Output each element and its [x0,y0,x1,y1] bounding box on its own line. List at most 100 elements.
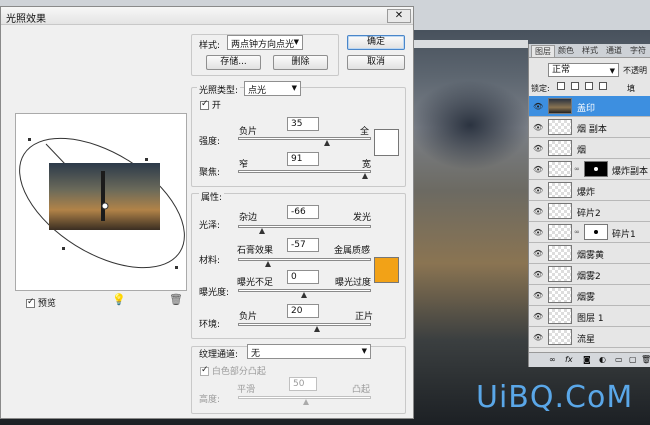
lock-all-icon[interactable] [599,82,607,90]
layers-panel-tabs: 图层 颜色 样式 通道 字符 [529,44,650,58]
gloss-slider-thumb[interactable] [259,228,265,234]
layer-mask-thumbnail[interactable] [584,224,608,240]
texture-channel-value: 无 [251,349,261,359]
intensity-input[interactable]: 35 [287,117,319,131]
eye-icon[interactable]: 👁 [533,312,543,321]
layer-item[interactable]: 👁 流星 [529,327,650,348]
height-slider-thumb[interactable] [303,399,309,405]
lock-transparency-icon[interactable] [557,82,565,90]
light-type-dropdown[interactable]: 点光 ▼ [244,81,301,96]
property-color-swatch[interactable] [374,257,399,283]
material-input[interactable]: -57 [287,238,319,252]
height-left-label: 平滑 [237,385,256,395]
layer-mask-thumbnail[interactable] [584,161,608,177]
material-slider-thumb[interactable] [265,261,271,267]
tab-color[interactable]: 颜色 [555,45,577,57]
white-high-check-icon[interactable] [200,365,209,376]
eye-icon[interactable]: 👁 [533,186,543,195]
layer-item[interactable]: 👁 图层 1 [529,306,650,327]
focus-input[interactable]: 91 [287,152,319,166]
layer-name: 碎片2 [577,209,601,219]
gloss-slider[interactable] [238,225,371,228]
intensity-slider[interactable] [238,137,371,140]
layer-item[interactable]: 👁 烟 副本 [529,117,650,138]
layer-name: 碎片1 [612,230,636,240]
texture-channel-dropdown[interactable]: 无 ▼ [247,344,371,359]
eye-icon[interactable]: 👁 [533,333,543,342]
focus-slider[interactable] [238,170,371,173]
ambience-right-label: 正片 [355,312,374,322]
lighting-effects-dialog: 光照效果 ✕ 预览 💡 🗑 样式: 两点钟方向点光 ▼ 存储... 删除 确定 … [0,6,414,419]
layer-item[interactable]: 👁 碎片2 [529,201,650,222]
close-button[interactable]: ✕ [387,9,411,23]
intensity-right-label: 全 [360,127,370,137]
new-group-icon[interactable]: ▭ [615,355,623,364]
eye-icon[interactable]: 👁 [533,102,543,111]
delete-button[interactable]: 删除 [273,55,328,70]
preview-check-icon[interactable] [26,297,35,308]
lock-pixels-icon[interactable] [571,82,579,90]
height-input[interactable]: 50 [289,377,317,391]
layer-item[interactable]: 👁 ∞ 爆炸副本 [529,159,650,180]
tab-styles[interactable]: 样式 [579,45,601,57]
layer-item[interactable]: 👁 ∞ 碎片1 [529,222,650,243]
ruler [414,40,528,48]
tab-channels[interactable]: 通道 [603,45,625,57]
layer-item[interactable]: 👁 盖印 [529,96,650,117]
light-color-swatch[interactable] [374,129,399,156]
layer-item[interactable]: 👁 爆炸 [529,180,650,201]
eye-icon[interactable]: 👁 [533,270,543,279]
eye-icon[interactable]: 👁 [533,207,543,216]
eye-icon[interactable]: 👁 [533,144,543,153]
material-right-label: 金属质感 [334,246,371,256]
eye-icon[interactable]: 👁 [533,165,543,174]
layer-item[interactable]: 👁 烟雾黄 [529,243,650,264]
eye-icon[interactable]: 👁 [533,228,543,237]
ambience-slider-thumb[interactable] [314,326,320,332]
delete-layer-icon[interactable]: 🗑 [641,355,650,364]
light-on-label: 开 [211,101,221,111]
exposure-input[interactable]: 0 [287,270,319,284]
light-bulb-icon[interactable]: 💡 [112,293,126,306]
focus-slider-thumb[interactable] [362,173,368,179]
ambience-left-label: 负片 [239,312,258,322]
ok-button[interactable]: 确定 [347,35,405,50]
new-layer-icon[interactable]: ▢ [629,355,637,364]
adjustment-layer-icon[interactable]: ◐ [599,355,606,364]
ambience-slider[interactable] [238,323,371,326]
trash-icon[interactable]: 🗑 [169,293,183,306]
layer-name: 爆炸 [577,188,596,198]
preview-pane[interactable] [15,113,187,291]
material-label: 材料: [199,256,221,266]
properties-label: 属性: [199,190,225,203]
gloss-input[interactable]: -66 [287,205,319,219]
exposure-slider-thumb[interactable] [301,292,307,298]
light-on-checkbox[interactable]: 开 [200,98,221,111]
gloss-left-label: 杂边 [239,213,258,223]
cancel-button[interactable]: 取消 [347,55,405,70]
eye-icon[interactable]: 👁 [533,249,543,258]
tab-layers[interactable]: 图层 [531,45,555,57]
blend-mode-dropdown[interactable]: 正常 ▼ [548,63,619,77]
material-slider[interactable] [238,258,371,261]
layer-thumbnail [548,140,572,156]
ambience-label: 环境: [199,320,221,330]
layer-name: 烟 副本 [577,125,607,135]
fx-icon[interactable]: fx [565,355,573,364]
eye-icon[interactable]: 👁 [533,291,543,300]
light-on-check-icon[interactable] [200,99,209,110]
white-high-checkbox[interactable]: 白色部分凸起 [200,364,266,377]
lock-position-icon[interactable] [585,82,593,90]
layer-item[interactable]: 👁 烟雾2 [529,264,650,285]
link-layers-icon[interactable]: ∞ [549,355,556,364]
style-dropdown[interactable]: 两点钟方向点光 ▼ [227,35,303,50]
intensity-slider-thumb[interactable] [324,140,330,146]
add-mask-icon[interactable]: ◙ [583,355,591,364]
eye-icon[interactable]: 👁 [533,123,543,132]
preview-checkbox[interactable]: 预览 [26,296,56,309]
tab-character[interactable]: 字符 [627,45,649,57]
layer-item[interactable]: 👁 烟雾 [529,285,650,306]
ambience-input[interactable]: 20 [287,304,319,318]
save-button[interactable]: 存储... [206,55,261,70]
layer-item[interactable]: 👁 烟 [529,138,650,159]
